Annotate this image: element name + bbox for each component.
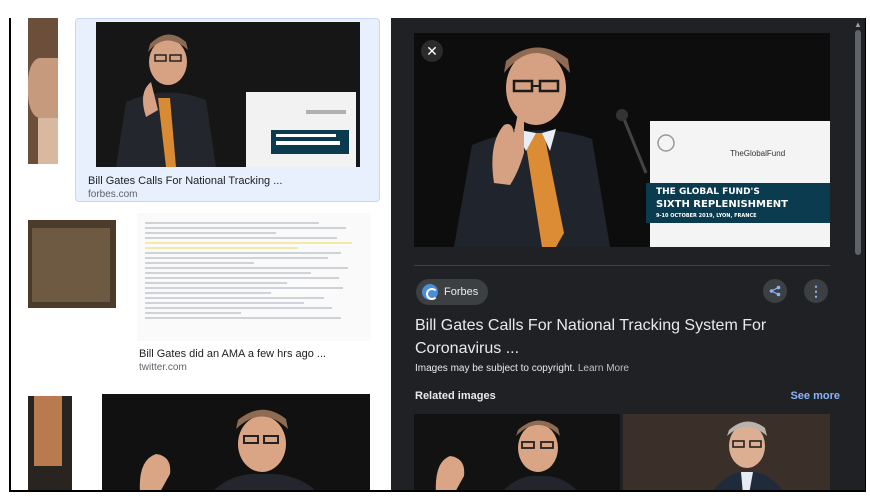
learn-more-link[interactable]: Learn More [578,363,629,374]
person-illustration [414,414,620,490]
result-title[interactable]: Bill Gates did an AMA a few hrs ago ... [139,348,326,360]
more-vert-icon[interactable]: ⋮ [804,279,828,303]
result-site: forbes.com [88,189,138,200]
result-thumbnail-partial[interactable] [28,396,72,490]
person-illustration [623,414,830,490]
screenshot-frame: Bill Gates Calls For National Tracking .… [9,18,866,492]
share-icon[interactable] [763,279,787,303]
source-name: Forbes [444,286,479,298]
result-image[interactable] [137,213,371,341]
result-thumbnail-partial[interactable] [28,220,116,308]
scroll-up-arrow[interactable]: ▲ [854,20,862,29]
source-chip[interactable]: Forbes [416,279,489,305]
copyright-text: Images may be subject to copyright. [415,363,576,374]
see-more-link[interactable]: See more [790,390,840,402]
source-logo-icon [422,284,438,300]
podium-sign: TheGlobalFund THE GLOBAL FUND'S SIXTH RE… [652,121,830,247]
close-icon[interactable]: ✕ [421,40,443,62]
result-title[interactable]: Bill Gates Calls For National Tracking .… [88,175,282,187]
image-results-grid: Bill Gates Calls For National Tracking .… [11,18,383,490]
panel-scrollbar[interactable] [855,30,861,255]
person-illustration [96,22,360,167]
result-site: twitter.com [139,362,187,373]
related-image[interactable] [414,414,620,490]
sign-line1: THE GLOBAL FUND'S [656,187,760,197]
image-detail-panel: ▲ TheGlobalFund THE GLOBAL FUND'S SIXTH … [391,18,865,490]
preview-image[interactable]: TheGlobalFund THE GLOBAL FUND'S SIXTH RE… [414,33,830,247]
related-image[interactable] [623,414,830,490]
copyright-notice: Images may be subject to copyright. Lear… [415,363,629,374]
result-card-selected[interactable]: Bill Gates Calls For National Tracking .… [75,18,380,202]
result-image[interactable] [96,22,360,167]
related-images-heading: Related images [415,390,496,402]
sign-line2: SIXTH REPLENISHMENT [656,199,789,210]
top-margin [9,0,870,18]
sign-line3: 9-10 OCTOBER 2019, LYON, FRANCE [656,213,757,219]
result-thumbnail-partial[interactable] [28,18,58,164]
result-card[interactable]: Bill Gates did an AMA a few hrs ago ... … [127,213,371,385]
person-illustration [102,394,370,490]
result-headline[interactable]: Bill Gates Calls For National Tracking S… [415,314,845,360]
result-image[interactable] [102,394,370,490]
sign-brand: TheGlobalFund [730,149,786,158]
divider [414,265,830,266]
